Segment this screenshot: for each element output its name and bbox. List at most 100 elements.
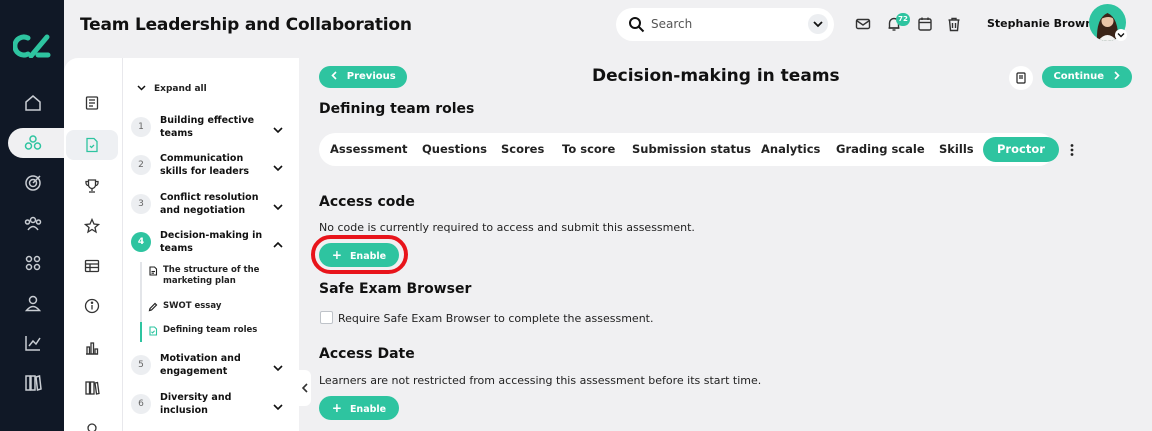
bar-chart-icon[interactable] [84, 340, 100, 356]
search-bar[interactable]: Search [616, 8, 834, 41]
notebook-icon [1016, 72, 1026, 84]
previous-label: Previous [346, 71, 396, 82]
chevron-down-icon [137, 85, 146, 91]
calendar-icon[interactable] [917, 16, 933, 32]
chevron-down-icon[interactable] [272, 359, 284, 372]
tab-analytics[interactable]: Analytics [761, 142, 820, 156]
books-icon[interactable] [84, 380, 100, 396]
notes-button[interactable] [1009, 66, 1033, 90]
search-icon [629, 17, 645, 33]
tab-scores[interactable]: Scores [501, 142, 544, 156]
outline-subitem[interactable]: The structure of the marketing plan [148, 265, 263, 287]
module-title: Decision-making in teams [160, 230, 263, 254]
user-menu-toggle[interactable] [1115, 29, 1127, 41]
access-date-enable-button[interactable]: + Enable [319, 396, 399, 420]
module-number: 6 [131, 394, 151, 414]
target-icon[interactable] [24, 174, 42, 192]
safe-exam-checkbox-label[interactable]: Require Safe Exam Browser to complete th… [338, 312, 653, 325]
chevron-down-icon [1117, 33, 1125, 38]
subitem-title: Defining team roles [163, 325, 258, 335]
access-code-description: No code is currently required to access … [319, 221, 695, 234]
previous-button[interactable]: Previous [319, 66, 407, 88]
user-name[interactable]: Stephanie Brown [987, 17, 1093, 30]
tab-questions[interactable]: Questions [422, 142, 487, 156]
app-logo [13, 34, 51, 58]
app-rail [0, 0, 72, 431]
subitem-title: The structure of the marketing plan [163, 265, 260, 286]
tab-proctor[interactable]: Proctor [983, 137, 1059, 162]
star-icon[interactable] [83, 217, 101, 234]
mail-icon[interactable] [855, 16, 871, 32]
tab-assessment[interactable]: Assessment [330, 142, 408, 156]
access-code-title: Access code [319, 194, 415, 210]
pencil-icon [148, 302, 158, 312]
module-number: 2 [131, 155, 151, 175]
plus-icon: + [331, 401, 342, 415]
table-icon[interactable] [84, 258, 100, 274]
outline-item-assessment[interactable] [66, 130, 118, 160]
module-title: Building effective teams [160, 115, 255, 139]
continue-label: Continue [1053, 71, 1105, 82]
access-date-description: Learners are not restricted from accessi… [319, 374, 762, 387]
assessment-icon [148, 326, 158, 336]
home-icon[interactable] [24, 94, 42, 112]
users-icon[interactable] [24, 214, 42, 232]
access-date-title: Access Date [319, 346, 415, 362]
outline-divider [122, 58, 123, 431]
plus-icon: + [331, 248, 342, 262]
module-title: Communication skills for leaders [160, 153, 250, 177]
trash-icon[interactable] [946, 16, 962, 32]
continue-button[interactable]: Continue [1042, 66, 1132, 88]
tab-submission-status[interactable]: Submission status [632, 142, 751, 156]
module-number: 1 [131, 117, 151, 137]
app-title: Team Leadership and Collaboration [80, 15, 412, 35]
course-network-icon [24, 135, 42, 150]
analytics-icon[interactable] [24, 334, 42, 352]
tab-skills[interactable]: Skills [939, 142, 974, 156]
user-icon[interactable] [24, 294, 42, 312]
section-title: Defining team roles [319, 101, 475, 117]
safe-exam-checkbox[interactable] [320, 311, 333, 324]
chevron-right-icon [1113, 71, 1120, 80]
book-icon[interactable] [84, 95, 100, 111]
assessment-icon [86, 137, 98, 153]
chevron-down-icon[interactable] [272, 121, 284, 134]
chevron-down-icon [813, 21, 823, 28]
module-number: 4 [131, 232, 151, 252]
chevron-down-icon[interactable] [272, 398, 284, 411]
safe-exam-title: Safe Exam Browser [319, 281, 472, 297]
notification-badge: 72 [896, 13, 910, 26]
library-icon[interactable] [24, 374, 42, 392]
expand-all-label: Expand all [154, 84, 207, 94]
rail-item-courses[interactable] [8, 128, 72, 158]
outline-subitem[interactable]: SWOT essay [148, 301, 263, 312]
chevron-down-icon[interactable] [272, 198, 284, 211]
chevron-left-icon [331, 71, 337, 80]
info-icon[interactable] [84, 298, 100, 314]
search-scope-dropdown[interactable] [808, 14, 828, 34]
circle-icon[interactable] [84, 420, 100, 431]
collapse-outline-button[interactable] [299, 370, 311, 406]
tab-to-score[interactable]: To score [562, 142, 615, 156]
trophy-icon[interactable] [84, 178, 100, 194]
search-input[interactable]: Search [651, 17, 692, 31]
tab-bar: Assessment Questions Scores To score Sub… [319, 133, 1059, 166]
access-code-enable-button[interactable]: + Enable [319, 243, 399, 267]
expand-all-toggle[interactable]: Expand all [137, 83, 207, 94]
outline-subitem-active[interactable]: Defining team roles [148, 325, 263, 336]
module-title: Conflict resolution and negotiation [160, 192, 259, 216]
more-options-icon[interactable] [1065, 142, 1079, 158]
module-title: Motivation and engagement [160, 353, 241, 377]
subitem-title: SWOT essay [163, 301, 222, 311]
chevron-up-icon[interactable] [272, 236, 284, 248]
module-number: 3 [131, 194, 151, 214]
chevron-left-icon [301, 383, 308, 393]
chevron-down-icon[interactable] [272, 159, 284, 172]
module-number: 5 [131, 355, 151, 375]
subitem-track-active [140, 322, 142, 342]
document-icon [148, 266, 158, 276]
grid-icon[interactable] [24, 254, 42, 272]
tab-grading-scale[interactable]: Grading scale [836, 142, 925, 156]
module-title: Diversity and inclusion [160, 392, 232, 416]
page-title: Decision-making in teams [592, 66, 840, 86]
